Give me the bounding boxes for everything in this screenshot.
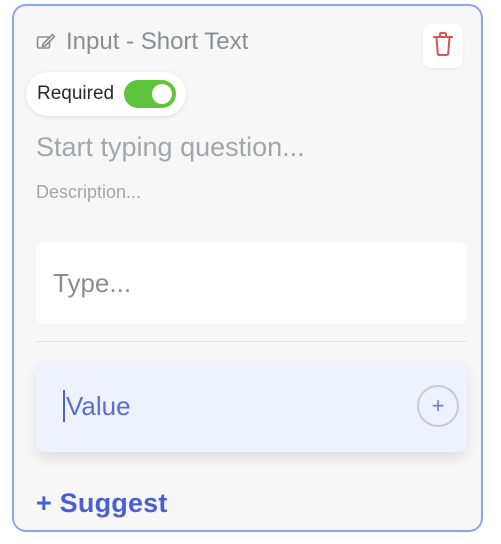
required-toggle-group: Required xyxy=(26,72,187,116)
required-toggle[interactable] xyxy=(124,80,177,108)
field-type-text: Input - Short Text xyxy=(66,28,249,55)
plus-icon: + xyxy=(431,393,445,418)
question-card[interactable]: Input - Short Text Required Start typing… xyxy=(12,4,483,532)
required-label: Required xyxy=(37,83,115,104)
add-value-button[interactable]: + xyxy=(417,385,459,427)
trash-icon xyxy=(432,31,454,62)
divider xyxy=(36,341,467,342)
answer-input[interactable]: Type... xyxy=(36,242,467,324)
value-input-row: Value + xyxy=(36,362,467,452)
value-input[interactable]: Value xyxy=(63,390,131,422)
question-input[interactable]: Start typing question... xyxy=(36,132,305,163)
edit-icon xyxy=(36,33,56,51)
delete-button[interactable] xyxy=(423,24,463,68)
toggle-knob xyxy=(152,84,173,104)
description-input[interactable]: Description... xyxy=(36,182,141,203)
field-type-label: Input - Short Text xyxy=(36,28,248,56)
suggest-button[interactable]: + Suggest xyxy=(36,488,168,519)
